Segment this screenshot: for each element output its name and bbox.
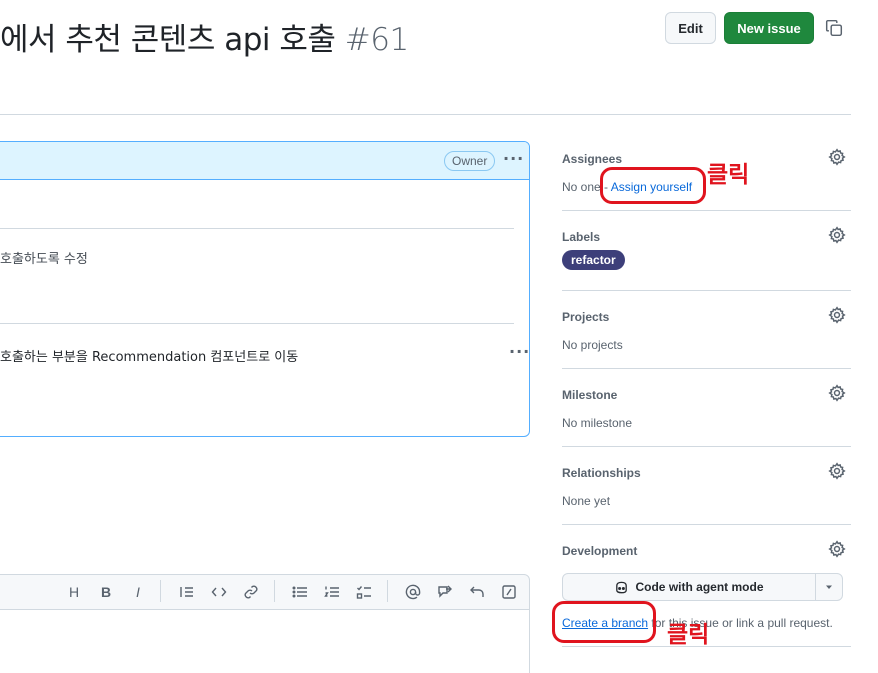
toolbar-separator (387, 580, 388, 602)
edit-button[interactable]: Edit (665, 12, 716, 44)
gear-icon[interactable] (828, 540, 846, 558)
annotation-circle (600, 167, 706, 204)
comment-divider (0, 228, 514, 229)
sidebar-divider (562, 524, 851, 525)
task-list-icon[interactable] (354, 582, 374, 602)
assignees-none: No one (562, 180, 601, 194)
comment-divider (0, 323, 514, 324)
code-icon[interactable] (209, 582, 229, 602)
quote-icon[interactable] (177, 582, 197, 602)
bold-icon[interactable]: B (96, 582, 116, 602)
gear-icon[interactable] (828, 148, 846, 166)
agent-mode-button-group: Code with agent mode (562, 573, 843, 601)
annotation-circle (552, 601, 656, 643)
development-heading: Development (562, 544, 638, 558)
italic-icon[interactable]: I (128, 582, 148, 602)
toolbar-separator (160, 580, 161, 602)
projects-heading: Projects (562, 310, 610, 324)
projects-value: No projects (562, 338, 623, 352)
copy-icon[interactable] (825, 19, 843, 37)
annotation-label: 클릭 (707, 162, 750, 188)
issue-title: 에서 추천 콘텐츠 api 호출 #61 (0, 14, 409, 59)
issue-title-text: 에서 추천 콘텐츠 api 호출 (0, 22, 336, 58)
undo-icon[interactable] (467, 582, 487, 602)
comment-menu-icon[interactable]: ··· (503, 151, 524, 167)
assignees-heading: Assignees (562, 152, 623, 166)
chevron-down-icon[interactable] (816, 574, 842, 600)
toolbar-separator (274, 580, 275, 602)
sidebar-divider (562, 446, 851, 447)
code-with-agent-button[interactable]: Code with agent mode (563, 574, 816, 600)
unordered-list-icon[interactable] (290, 582, 310, 602)
gear-icon[interactable] (828, 384, 846, 402)
label-refactor[interactable]: refactor (562, 250, 625, 270)
owner-badge: Owner (444, 151, 496, 171)
milestone-value: No milestone (562, 416, 633, 430)
sidebar-divider (562, 210, 851, 211)
reference-icon[interactable] (435, 582, 455, 602)
comment-header: Owner ··· (0, 142, 529, 180)
relationships-heading: Relationships (562, 466, 641, 480)
sidebar-divider (562, 368, 851, 369)
labels-heading: Labels (562, 230, 601, 244)
header-divider (0, 114, 851, 115)
mention-icon[interactable] (403, 582, 423, 602)
link-icon[interactable] (241, 582, 261, 602)
slash-command-icon[interactable] (499, 582, 519, 602)
sidebar-divider (562, 290, 851, 291)
annotation-label: 클릭 (667, 622, 710, 648)
gear-icon[interactable] (828, 306, 846, 324)
heading-icon[interactable]: H (64, 582, 84, 602)
comment-line: 호출하도록 수정 (0, 252, 88, 267)
issue-number: #61 (344, 22, 409, 58)
relationships-value: None yet (562, 494, 611, 508)
new-issue-button[interactable]: New issue (724, 12, 814, 44)
ordered-list-icon[interactable] (322, 582, 342, 602)
agent-button-label: Code with agent mode (635, 580, 764, 594)
milestone-heading: Milestone (562, 388, 618, 402)
copilot-icon (616, 581, 628, 593)
issue-comment: Owner ··· (0, 141, 530, 437)
row-menu-icon[interactable]: ··· (509, 344, 530, 360)
gear-icon[interactable] (828, 226, 846, 244)
comment-textarea[interactable] (0, 609, 530, 673)
gear-icon[interactable] (828, 462, 846, 480)
comment-line: 호출하는 부분을 Recommendation 컴포넌트로 이동 (0, 350, 299, 365)
